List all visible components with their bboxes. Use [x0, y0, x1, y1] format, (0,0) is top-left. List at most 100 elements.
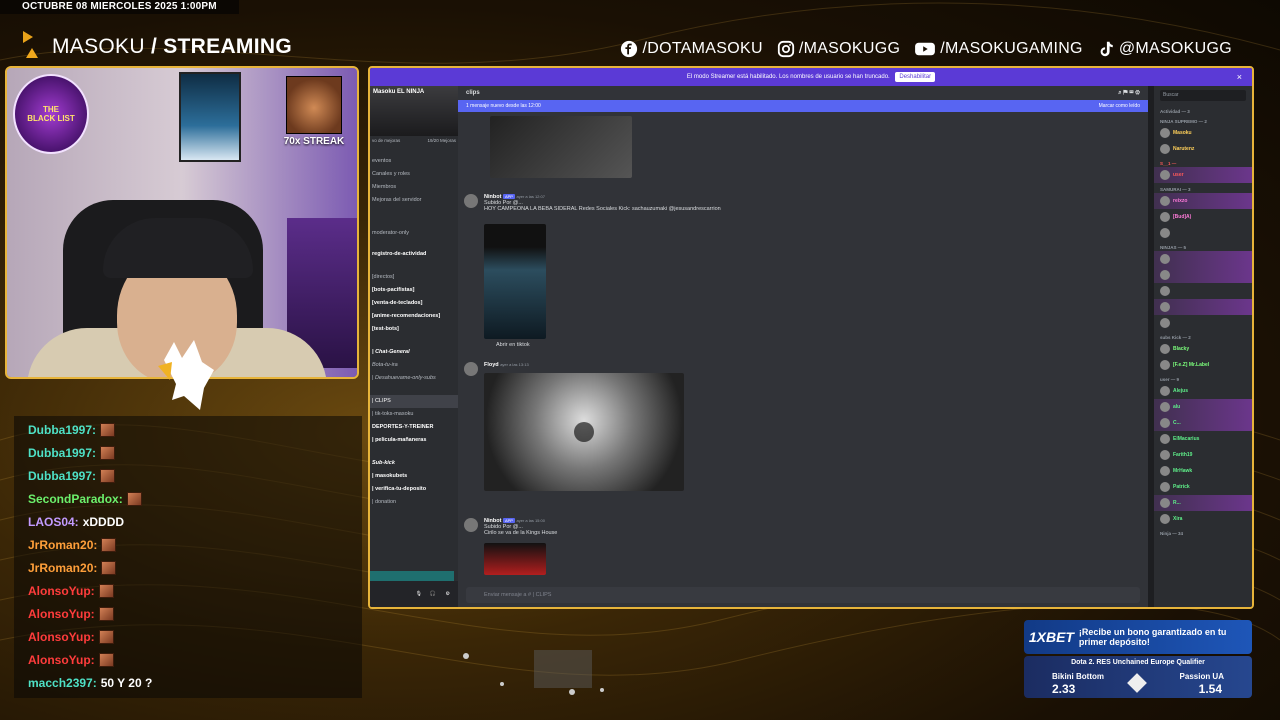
- streak-label: 70x STREAK: [283, 136, 345, 147]
- member-row[interactable]: C...: [1154, 415, 1252, 431]
- header-tools: ⌕ ⚑ ✉ ⚙: [1118, 90, 1140, 96]
- play-icon[interactable]: [574, 422, 594, 442]
- channel-item[interactable]: | masokubets: [370, 470, 458, 483]
- member-row[interactable]: Alejus: [1154, 383, 1252, 399]
- search-input[interactable]: Buscar: [1160, 90, 1246, 101]
- video-embed[interactable]: [484, 373, 684, 491]
- date-strip: OCTUBRE 08 MIERCOLES 2025 1:00PM: [0, 0, 239, 14]
- member-row[interactable]: Xira: [1154, 511, 1252, 527]
- message-time: ayer a las 15:00: [516, 518, 545, 523]
- member-name: Masoku: [1173, 130, 1192, 136]
- social-youtube: /MASOKUGAMING: [914, 40, 1083, 58]
- avatar: [1160, 128, 1170, 138]
- mic-icon[interactable]: 🎙: [416, 591, 422, 597]
- avatar: [1160, 170, 1170, 180]
- webcam-frame: THE BLACK LIST 70x STREAK: [5, 66, 359, 379]
- channel-item[interactable]: [bots-pacifistas]: [370, 284, 458, 297]
- member-list: Buscar Actividad — 3 NINJA SUPREMO — 2 M…: [1154, 86, 1252, 607]
- channel-item[interactable]: [anime-recomendaciones]: [370, 310, 458, 323]
- channel-item[interactable]: | pelicula-mañaneras: [370, 434, 458, 447]
- new-messages-bar[interactable]: 1 mensaje nuevo desde las 12:00 Marcar c…: [458, 100, 1148, 112]
- tiktok-video-embed[interactable]: [484, 224, 546, 339]
- channel-item[interactable]: moderator-only: [370, 227, 458, 240]
- member-name: alu: [1173, 404, 1181, 410]
- channel-item[interactable]: | tik-toks-masoku: [370, 408, 458, 421]
- channel-item[interactable]: | verifica-tu-deposito: [370, 483, 458, 496]
- chat-message: Dubba1997:: [28, 441, 348, 464]
- channel-item[interactable]: DEPORTES-Y-TREINER: [370, 421, 458, 434]
- channel-item[interactable]: Canales y roles: [370, 168, 458, 181]
- chat-message: macch2397: 50 Y 20 ?: [28, 671, 348, 694]
- tiktok-link[interactable]: Abrir en tiktok: [496, 342, 530, 348]
- message-line: Cirilo se va de la Kings House: [484, 530, 558, 536]
- member-row[interactable]: reixzo: [1154, 193, 1252, 209]
- member-row[interactable]: [1154, 299, 1252, 315]
- headset-icon[interactable]: 🎧: [430, 591, 436, 597]
- channel-item[interactable]: registro-de-actividad: [370, 248, 458, 261]
- message-time: ayer a las 13:13: [500, 362, 529, 367]
- channel-item[interactable]: [venta-de-teclados]: [370, 297, 458, 310]
- streamer-mode-notice: El modo Streamer está habilitado. Los no…: [370, 68, 1252, 86]
- channel-item[interactable]: Mejoras del servidor: [370, 194, 458, 207]
- emote-icon: [101, 537, 117, 552]
- chat-username: macch2397:: [28, 675, 97, 690]
- emote-icon: [100, 468, 116, 483]
- avatar: [1160, 360, 1170, 370]
- member-row[interactable]: [F.e.Z] Mr.Label: [1154, 357, 1252, 373]
- message-input[interactable]: Enviar mensaje a # | CLIPS: [466, 587, 1140, 603]
- channel-item[interactable]: eventos: [370, 155, 458, 168]
- channel-item[interactable]: [directos]: [370, 271, 458, 284]
- clip-thumbnail-sideral[interactable]: [490, 116, 632, 178]
- server-banner[interactable]: Masoku EL NINJA: [370, 86, 458, 136]
- facebook-icon: [621, 40, 638, 58]
- chat-message: JrRoman20:: [28, 556, 348, 579]
- avatar: [1160, 418, 1170, 428]
- member-row[interactable]: [1154, 315, 1252, 331]
- boost-bar[interactable]: vo de mejoras 19/20 Mejoras: [370, 136, 458, 145]
- member-name: R...: [1173, 500, 1181, 506]
- channel-item-clips[interactable]: | CLIPS: [370, 395, 458, 408]
- member-row[interactable]: [1154, 251, 1252, 267]
- clip-thumbnail-cirilo[interactable]: [484, 543, 546, 575]
- member-row[interactable]: user: [1154, 167, 1252, 183]
- bet-odds-panel[interactable]: Dota 2. RES Unchained Europe Qualifier B…: [1024, 656, 1252, 698]
- member-row[interactable]: Narutenz: [1154, 141, 1252, 157]
- channel-item[interactable]: Miembros: [370, 181, 458, 194]
- emote-icon: [100, 422, 116, 437]
- member-row[interactable]: [Bud]A): [1154, 209, 1252, 225]
- chat-username: AlonsoYup:: [28, 583, 95, 598]
- close-icon[interactable]: ×: [1237, 68, 1242, 86]
- server-name: Masoku EL NINJA: [373, 89, 425, 95]
- member-row[interactable]: [1154, 225, 1252, 241]
- brand-name: MASOKU: [52, 35, 145, 58]
- member-row[interactable]: Patrick: [1154, 479, 1252, 495]
- member-row[interactable]: alu: [1154, 399, 1252, 415]
- member-row[interactable]: Farith19: [1154, 447, 1252, 463]
- disable-button[interactable]: Deshabilitar: [895, 72, 936, 82]
- message-author[interactable]: Floyd: [484, 362, 499, 368]
- member-name: Blacky: [1173, 346, 1190, 352]
- chat-username: AlonsoYup:: [28, 606, 95, 621]
- bet-promo-banner[interactable]: 1XBET ¡Recibe un bono garantizado en tu …: [1024, 620, 1252, 654]
- avatar: [464, 362, 478, 376]
- channel-item[interactable]: Bota-tu-ira: [370, 359, 458, 372]
- member-row[interactable]: [1154, 283, 1252, 299]
- member-row[interactable]: Masoku: [1154, 125, 1252, 141]
- channel-item[interactable]: | donation: [370, 496, 458, 509]
- channel-item[interactable]: Sub-kick: [370, 457, 458, 470]
- member-name: user: [1173, 172, 1184, 178]
- mark-read-button[interactable]: Marcar como leído: [1099, 100, 1140, 112]
- member-row[interactable]: Blacky: [1154, 341, 1252, 357]
- channel-item[interactable]: | Desahuevame-only-subs: [370, 372, 458, 385]
- gear-icon[interactable]: ⚙: [446, 591, 450, 597]
- member-row[interactable]: MrHawk: [1154, 463, 1252, 479]
- chat-message: Dubba1997:: [28, 464, 348, 487]
- chat-username: Dubba1997:: [28, 445, 97, 460]
- member-row[interactable]: [1154, 267, 1252, 283]
- channel-item[interactable]: [test-bots]: [370, 323, 458, 336]
- member-row[interactable]: R...: [1154, 495, 1252, 511]
- channel-item[interactable]: | Chat-General: [370, 346, 458, 359]
- member-row[interactable]: ElMacarius: [1154, 431, 1252, 447]
- avatar: [1160, 434, 1170, 444]
- message-time: ayer a las 12:07: [516, 194, 545, 199]
